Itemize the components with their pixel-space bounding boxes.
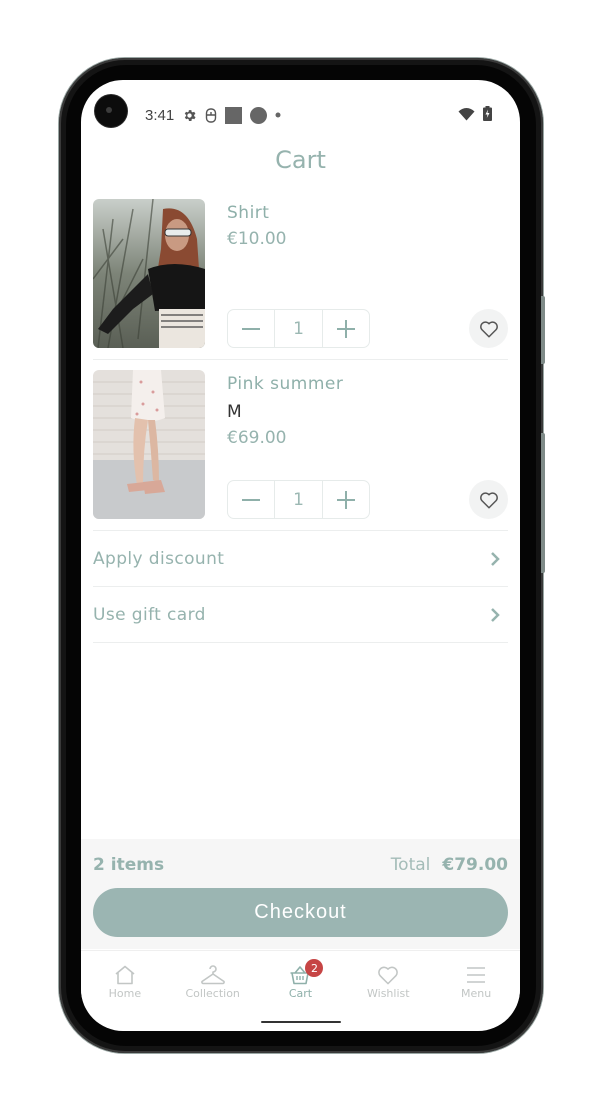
heart-icon bbox=[378, 966, 399, 985]
tab-wishlist[interactable]: Wishlist bbox=[344, 951, 432, 1008]
circle-notification-icon bbox=[250, 106, 268, 124]
chevron-right-icon bbox=[490, 607, 500, 623]
quantity-stepper: 1 bbox=[227, 480, 370, 519]
screen: 3:41 Cart Shirt €10.00 1 Pink summer M €… bbox=[81, 80, 520, 1031]
tab-label: Collection bbox=[185, 987, 240, 1000]
gift-card-label: Use gift card bbox=[93, 604, 206, 625]
tab-home[interactable]: Home bbox=[81, 951, 169, 1008]
heart-icon bbox=[479, 491, 498, 509]
item-count: 2 items bbox=[93, 855, 165, 875]
plus-icon bbox=[336, 490, 355, 509]
dot-icon bbox=[275, 112, 281, 118]
status-time: 3:41 bbox=[145, 106, 175, 124]
status-bar: 3:41 bbox=[145, 104, 492, 126]
cart-item: Pink summer M €69.00 1 bbox=[93, 370, 508, 520]
cart-total: Total €79.00 bbox=[391, 855, 508, 875]
tab-label: Home bbox=[108, 987, 142, 1000]
wishlist-button[interactable] bbox=[469, 309, 508, 348]
product-price: €10.00 bbox=[227, 229, 287, 249]
volume-button bbox=[541, 433, 545, 573]
power-button bbox=[541, 296, 545, 364]
tab-label: Wishlist bbox=[367, 987, 410, 1000]
home-icon bbox=[115, 965, 135, 985]
tab-menu[interactable]: Menu bbox=[432, 951, 520, 1008]
cart-badge: 2 bbox=[305, 959, 324, 977]
product-image[interactable] bbox=[93, 370, 205, 519]
wishlist-button[interactable] bbox=[469, 480, 508, 519]
product-price: €69.00 bbox=[227, 428, 287, 448]
apply-discount-row[interactable]: Apply discount bbox=[93, 531, 508, 586]
home-indicator[interactable] bbox=[261, 1021, 341, 1023]
increase-button[interactable] bbox=[323, 481, 369, 518]
gift-card-row[interactable]: Use gift card bbox=[93, 587, 508, 642]
chevron-right-icon bbox=[490, 551, 500, 567]
product-name[interactable]: Pink summer bbox=[227, 374, 343, 394]
tab-label: Cart bbox=[288, 987, 313, 1000]
checkout-button[interactable]: Checkout bbox=[93, 888, 508, 937]
sim-icon bbox=[205, 107, 217, 123]
product-image[interactable] bbox=[93, 199, 205, 348]
menu-icon bbox=[467, 967, 486, 983]
total-value: €79.00 bbox=[442, 855, 508, 875]
minus-icon bbox=[242, 498, 261, 501]
tab-label: Menu bbox=[460, 987, 492, 1000]
heart-icon bbox=[479, 320, 498, 338]
battery-charging-icon bbox=[483, 105, 492, 125]
cart-summary: 2 items Total €79.00 Checkout bbox=[81, 839, 520, 949]
decrease-button[interactable] bbox=[228, 310, 274, 347]
decrease-button[interactable] bbox=[228, 481, 274, 518]
wifi-icon bbox=[458, 106, 475, 125]
product-variant: M bbox=[227, 402, 242, 422]
total-label: Total bbox=[390, 855, 431, 875]
apply-discount-label: Apply discount bbox=[93, 548, 225, 569]
product-name[interactable]: Shirt bbox=[227, 203, 269, 223]
bottom-nav: Home Collection 2 Cart Wishlist Menu bbox=[81, 950, 520, 1008]
minus-icon bbox=[242, 327, 261, 330]
page-title: Cart bbox=[275, 146, 326, 174]
square-notification-icon bbox=[225, 106, 243, 124]
tab-collection[interactable]: Collection bbox=[169, 951, 257, 1008]
increase-button[interactable] bbox=[323, 310, 369, 347]
tab-cart[interactable]: 2 Cart bbox=[257, 951, 345, 1008]
plus-icon bbox=[336, 319, 355, 338]
quantity-stepper: 1 bbox=[227, 309, 370, 348]
quantity-value: 1 bbox=[274, 481, 323, 518]
front-camera bbox=[95, 95, 127, 127]
cart-item: Shirt €10.00 1 bbox=[93, 199, 508, 349]
divider bbox=[93, 359, 508, 360]
settings-icon bbox=[182, 108, 197, 123]
divider bbox=[93, 642, 508, 643]
hanger-icon bbox=[200, 965, 225, 985]
quantity-value: 1 bbox=[274, 310, 323, 347]
